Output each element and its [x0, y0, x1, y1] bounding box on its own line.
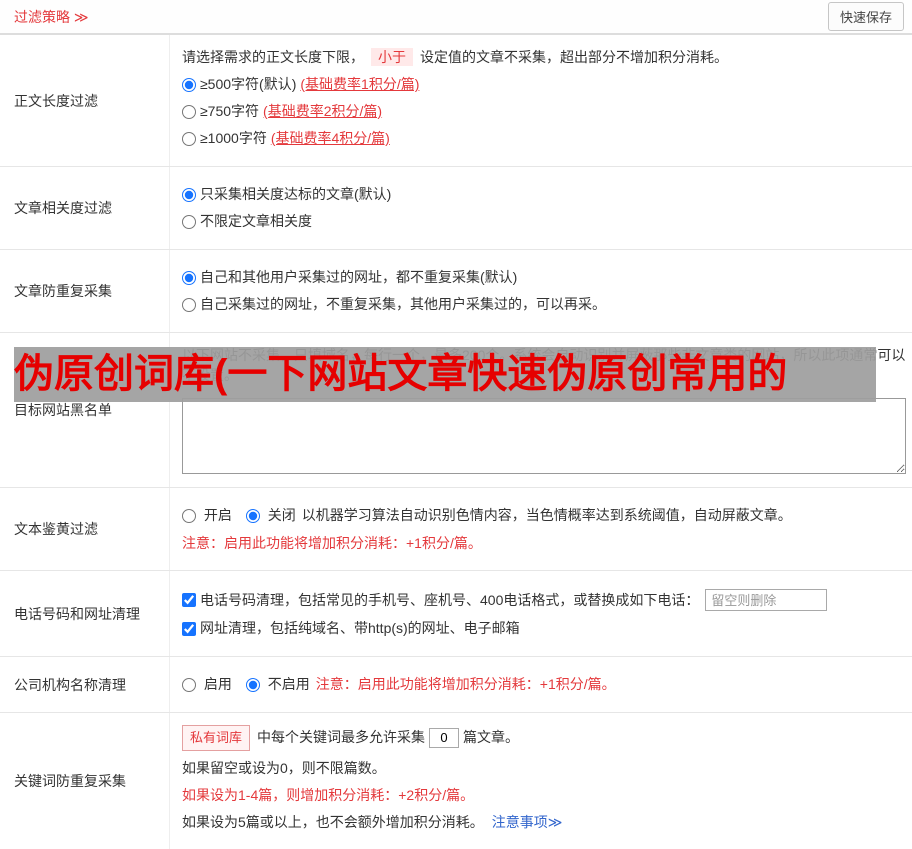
length-filter-label: 正文长度过滤 — [0, 35, 170, 166]
dedup-option-global-label: 自己和其他用户采集过的网址，都不重复采集(默认) — [200, 269, 518, 285]
private-lexicon-tag[interactable]: 私有词库 — [182, 725, 251, 751]
relevance-filter-label: 文章相关度过滤 — [0, 167, 170, 249]
porn-filter-content: 开启 关闭 以机器学习算法自动识别色情内容，当色情概率达到系统阈值，自动屏蔽文章… — [170, 488, 912, 570]
blacklist-textarea[interactable] — [182, 398, 906, 474]
porn-filter-description: 以机器学习算法自动识别色情内容，当色情概率达到系统阈值，自动屏蔽文章。 — [301, 507, 792, 523]
length-option-1000-radio[interactable] — [182, 131, 196, 146]
notes-link[interactable]: 注意事项≫ — [492, 814, 563, 830]
porn-option-on-radio[interactable] — [182, 509, 196, 524]
url-clean-checkbox[interactable] — [182, 621, 196, 636]
keyword-count-input[interactable] — [429, 727, 460, 748]
filter-strategy-page: 过滤策略 ≫ 快速保存 正文长度过滤 请选择需求的正文长度下限， 小于 设定值的文章… — [0, 0, 912, 849]
row-length-filter: 正文长度过滤 请选择需求的正文长度下限， 小于 设定值的文章不采集，超出部分不增加积… — [0, 35, 912, 167]
length-option-750[interactable]: ≥750字符 (基础费率2积分/篇) — [182, 102, 898, 121]
company-option-off[interactable]: 不启用 — [245, 675, 310, 694]
porn-option-off-label: 关闭 — [267, 507, 296, 523]
company-option-on-radio[interactable] — [182, 678, 196, 693]
row-keyword-dedup: 关键词防重复采集 私有词库中每个关键词最多允许采集 篇文章。 如果留空或设为0，则… — [0, 713, 912, 849]
row-porn-filter: 文本鉴黄过滤 开启 关闭 以机器学习算法自动识别色情内容，当色情概率达到系统阈值… — [0, 488, 912, 571]
relevance-option-any-label: 不限定文章相关度 — [200, 213, 312, 229]
length-option-1000-note: (基础费率4积分/篇) — [270, 130, 390, 146]
intro-prefix: 请选择需求的正文长度下限， — [182, 49, 364, 65]
keyword-dedup-line1: 私有词库中每个关键词最多允许采集 篇文章。 — [182, 725, 898, 751]
phone-replace-input[interactable] — [705, 589, 828, 611]
dedup-filter-content: 自己和其他用户采集过的网址，都不重复采集(默认) 自己采集过的网址，不重复采集，… — [170, 250, 912, 332]
keyword-dedup-label: 关键词防重复采集 — [0, 713, 170, 849]
length-filter-intro: 请选择需求的正文长度下限， 小于 设定值的文章不采集，超出部分不增加积分消耗。 — [182, 47, 898, 67]
keyword-dedup-content: 私有词库中每个关键词最多允许采集 篇文章。 如果留空或设为0，则不限篇数。 如果设… — [170, 713, 912, 849]
page-title[interactable]: 过滤策略 ≫ — [14, 7, 89, 27]
dedup-option-global-radio[interactable] — [182, 270, 196, 285]
porn-filter-warning: 注意：启用此功能将增加积分消耗：+1积分/篇。 — [182, 535, 482, 551]
keyword-dedup-line3: 如果设为1-4篇，则增加积分消耗：+2积分/篇。 — [182, 787, 475, 803]
length-option-500-label: ≥500字符(默认) — [200, 76, 297, 92]
row-phone-url-clean: 电话号码和网址清理 电话号码清理，包括常见的手机号、座机号、400电话格式，或替… — [0, 571, 912, 657]
length-filter-content: 请选择需求的正文长度下限， 小于 设定值的文章不采集，超出部分不增加积分消耗。 ≥5… — [170, 35, 912, 166]
watermark-overlay: 伪原创词库(一下网站文章快速伪原创常用的 — [14, 347, 876, 402]
porn-option-on[interactable]: 开启 — [182, 506, 232, 525]
relevance-option-strict-radio[interactable] — [182, 187, 196, 202]
porn-option-off[interactable]: 关闭 — [245, 506, 296, 525]
url-clean-text: 网址清理，包括纯域名、带http(s)的网址、电子邮箱 — [200, 620, 520, 636]
dedup-option-self[interactable]: 自己采集过的网址，不重复采集，其他用户采集过的，可以再采。 — [182, 295, 898, 314]
quick-save-button[interactable]: 快速保存 — [827, 2, 904, 31]
dedup-option-self-radio[interactable] — [182, 297, 196, 312]
company-option-on[interactable]: 启用 — [182, 675, 232, 694]
company-option-off-radio[interactable] — [245, 678, 260, 693]
relevance-option-strict-label: 只采集相关度达标的文章(默认) — [200, 186, 392, 202]
row-dedup-filter: 文章防重复采集 自己和其他用户采集过的网址，都不重复采集(默认) 自己采集过的网… — [0, 250, 912, 333]
length-option-500-note: (基础费率1积分/篇) — [300, 76, 420, 92]
company-clean-content: 启用 不启用 注意：启用此功能将增加积分消耗：+1积分/篇。 — [170, 657, 912, 712]
intro-suffix: 设定值的文章不采集，超出部分不增加积分消耗。 — [420, 49, 728, 65]
dedup-option-global[interactable]: 自己和其他用户采集过的网址，都不重复采集(默认) — [182, 268, 898, 287]
relevance-option-any-radio[interactable] — [182, 214, 196, 229]
row-company-clean: 公司机构名称清理 启用 不启用 注意：启用此功能将增加积分消耗：+1积分/篇。 — [0, 657, 912, 713]
keyword-dedup-line4-text: 如果设为5篇或以上，也不会额外增加积分消耗。 — [182, 814, 484, 830]
phone-url-clean-label: 电话号码和网址清理 — [0, 571, 170, 656]
porn-option-on-label: 开启 — [203, 507, 232, 523]
length-option-500[interactable]: ≥500字符(默认) (基础费率1积分/篇) — [182, 75, 898, 94]
relevance-option-any[interactable]: 不限定文章相关度 — [182, 212, 898, 231]
keyword-dedup-line1-suffix: 篇文章。 — [463, 729, 520, 745]
header: 过滤策略 ≫ 快速保存 — [0, 0, 912, 35]
keyword-dedup-line4: 如果设为5篇或以上，也不会额外增加积分消耗。 注意事项≫ — [182, 812, 898, 832]
keyword-dedup-line2: 如果留空或设为0，则不限篇数。 — [182, 760, 386, 776]
phone-clean-checkbox[interactable] — [182, 593, 196, 607]
watermark-text: 伪原创词库(一下网站文章快速伪原创常用的 — [14, 352, 788, 396]
company-option-off-label: 不启用 — [267, 676, 310, 692]
dedup-filter-label: 文章防重复采集 — [0, 250, 170, 332]
phone-url-clean-content: 电话号码清理，包括常见的手机号、座机号、400电话格式，或替换成如下电话： 网址… — [170, 571, 912, 656]
company-option-on-label: 启用 — [203, 676, 232, 692]
porn-option-off-radio[interactable] — [245, 509, 260, 524]
length-option-750-note: (基础费率2积分/篇) — [263, 103, 383, 119]
keyword-dedup-line1-mid: 中每个关键词最多允许采集 — [257, 729, 426, 745]
length-option-1000-label: ≥1000字符 — [200, 130, 267, 146]
relevance-option-strict[interactable]: 只采集相关度达标的文章(默认) — [182, 185, 898, 204]
length-option-1000[interactable]: ≥1000字符 (基础费率4积分/篇) — [182, 129, 898, 148]
company-clean-warning: 注意：启用此功能将增加积分消耗：+1积分/篇。 — [315, 676, 616, 692]
length-option-750-radio[interactable] — [182, 104, 196, 119]
phone-clean-line: 电话号码清理，包括常见的手机号、座机号、400电话格式，或替换成如下电话： — [182, 589, 898, 611]
length-option-750-label: ≥750字符 — [200, 103, 260, 119]
intro-highlight: 小于 — [371, 48, 413, 66]
url-clean-line: 网址清理，包括纯域名、带http(s)的网址、电子邮箱 — [182, 619, 898, 638]
phone-clean-text: 电话号码清理，包括常见的手机号、座机号、400电话格式，或替换成如下电话： — [200, 591, 700, 608]
company-clean-label: 公司机构名称清理 — [0, 657, 170, 712]
relevance-filter-content: 只采集相关度达标的文章(默认) 不限定文章相关度 — [170, 167, 912, 249]
porn-filter-options: 开启 关闭 以机器学习算法自动识别色情内容，当色情概率达到系统阈值，自动屏蔽文章… — [182, 506, 898, 525]
dedup-option-self-label: 自己采集过的网址，不重复采集，其他用户采集过的，可以再采。 — [200, 296, 606, 312]
company-clean-options: 启用 不启用 注意：启用此功能将增加积分消耗：+1积分/篇。 — [182, 675, 898, 694]
length-option-500-radio[interactable] — [182, 77, 196, 92]
row-relevance-filter: 文章相关度过滤 只采集相关度达标的文章(默认) 不限定文章相关度 — [0, 167, 912, 250]
porn-filter-label: 文本鉴黄过滤 — [0, 488, 170, 570]
